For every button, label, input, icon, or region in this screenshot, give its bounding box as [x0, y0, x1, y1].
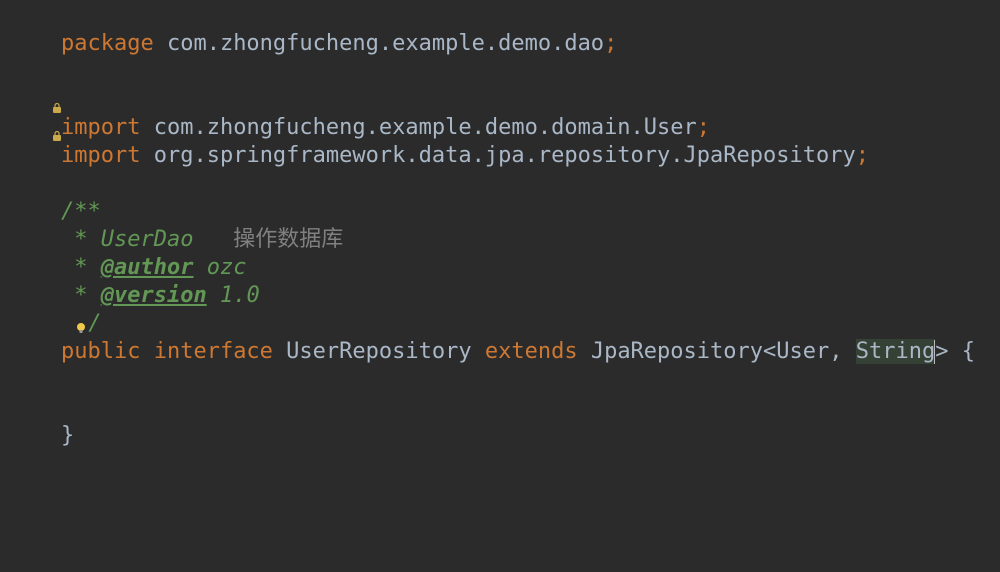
code-line-package[interactable]: package com.zhongfucheng.example.demo.da…: [0, 2, 1000, 30]
javadoc-open[interactable]: /**: [0, 170, 1000, 198]
code-line-declaration[interactable]: public interface UserRepository extends …: [0, 310, 1000, 338]
lock-icon: [0, 66, 10, 78]
javadoc-line[interactable]: * UserDao 操作数据库: [0, 198, 1000, 226]
code-line-empty[interactable]: [0, 142, 1000, 170]
code-line-empty[interactable]: [0, 338, 1000, 366]
code-line-import[interactable]: import com.zhongfucheng.example.demo.dom…: [0, 58, 1000, 86]
code-line-empty[interactable]: [0, 30, 1000, 58]
javadoc-line[interactable]: * @author ozc: [0, 226, 1000, 254]
lock-icon: [0, 94, 10, 106]
code-line-empty[interactable]: [0, 366, 1000, 394]
code-line-import[interactable]: import org.springframework.data.jpa.repo…: [0, 86, 1000, 114]
close-brace: }: [61, 423, 74, 448]
javadoc-line[interactable]: * @version 1.0: [0, 254, 1000, 282]
javadoc-close[interactable]: /: [0, 282, 1000, 310]
code-line-empty[interactable]: [0, 114, 1000, 142]
code-line-close[interactable]: }: [0, 394, 1000, 422]
